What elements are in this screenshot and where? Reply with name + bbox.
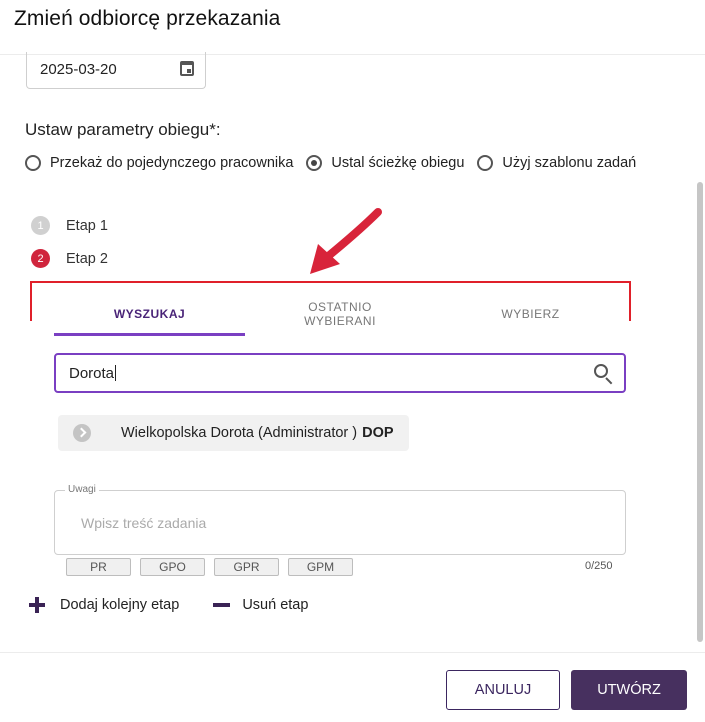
routing-label: Ustaw parametry obiegu*:: [25, 120, 221, 139]
tab-search[interactable]: WYSZUKAJ: [54, 291, 245, 336]
radio-task-template[interactable]: Użyj szablonu zadań: [477, 155, 636, 171]
search-icon[interactable]: [594, 364, 608, 378]
date-field[interactable]: 2025-03-20: [26, 52, 206, 89]
step-1[interactable]: 1 Etap 1: [31, 216, 108, 235]
step-label: Etap 2: [66, 250, 108, 267]
text-caret: [115, 365, 117, 381]
minus-icon: [213, 603, 231, 607]
notes-placeholder: Wpisz treść zadania: [81, 515, 207, 531]
add-stage-button[interactable]: Dodaj kolejny etap: [29, 597, 179, 613]
step-2[interactable]: 2 Etap 2: [31, 249, 108, 268]
chip-pr[interactable]: PR: [66, 558, 131, 576]
radio-label: Przekaż do pojedynczego pracownika: [50, 155, 294, 171]
tab-label: OSTATNIO WYBIERANI: [304, 299, 376, 328]
chevron-right-icon[interactable]: [73, 424, 91, 442]
radio-button[interactable]: [25, 155, 41, 171]
notes-label: Uwagi: [65, 484, 99, 495]
routing-radio-group: Przekaż do pojedynczego pracownika Ustal…: [25, 155, 649, 171]
radio-label: Użyj szablonu zadań: [502, 155, 637, 171]
step-label: Etap 1: [66, 217, 108, 234]
step-number-badge: 1: [31, 216, 50, 235]
radio-routing-path[interactable]: Ustal ścieżkę obiegu: [306, 155, 464, 171]
annotation-arrow-icon: [310, 208, 382, 274]
tab-choose[interactable]: WYBIERZ: [435, 291, 626, 336]
remove-stage-button[interactable]: Usuń etap: [213, 597, 308, 613]
radio-single-employee[interactable]: Przekaż do pojedynczego pracownika: [25, 155, 293, 171]
chip-gpr[interactable]: GPR: [214, 558, 279, 576]
add-stage-label: Dodaj kolejny etap: [60, 597, 180, 613]
radio-button[interactable]: [477, 155, 494, 171]
scrollbar-thumb[interactable]: [697, 182, 703, 642]
active-tab-indicator: [54, 333, 245, 336]
remove-stage-label: Usuń etap: [242, 597, 309, 613]
notes-chips: PR GPO GPR GPM: [66, 558, 362, 576]
radio-label: Ustal ścieżkę obiegu: [331, 155, 465, 171]
search-input[interactable]: Dorota: [54, 353, 626, 393]
radio-button-selected[interactable]: [306, 155, 323, 171]
search-result-item[interactable]: Wielkopolska Dorota (Administrator ) DOP: [58, 415, 409, 451]
result-name: Wielkopolska Dorota (Administrator ): [121, 425, 358, 441]
chip-gpo[interactable]: GPO: [140, 558, 205, 576]
notes-textarea[interactable]: Uwagi Wpisz treść zadania: [54, 484, 626, 555]
cancel-button[interactable]: ANULUJ: [446, 670, 560, 710]
chip-gpm[interactable]: GPM: [288, 558, 353, 576]
result-code: DOP: [362, 425, 394, 441]
plus-icon: [29, 597, 45, 613]
search-value: Dorota: [69, 365, 117, 382]
search-text: Dorota: [69, 365, 115, 382]
character-counter: 0/250: [585, 560, 613, 572]
create-button[interactable]: UTWÓRZ: [571, 670, 687, 710]
tab-label: WYSZUKAJ: [113, 306, 186, 321]
date-value: 2025-03-20: [40, 61, 117, 78]
stage-actions: Dodaj kolejny etap Usuń etap: [29, 597, 342, 613]
tab-label: WYBIERZ: [501, 306, 560, 321]
recipient-tabs: WYSZUKAJ OSTATNIO WYBIERANI WYBIERZ: [54, 291, 626, 336]
step-number-badge: 2: [31, 249, 50, 268]
dialog-title: Zmień odbiorcę przekazania: [14, 7, 281, 30]
tab-recently-selected[interactable]: OSTATNIO WYBIERANI: [284, 291, 396, 336]
footer-divider: [0, 652, 705, 653]
calendar-icon[interactable]: [180, 61, 194, 76]
